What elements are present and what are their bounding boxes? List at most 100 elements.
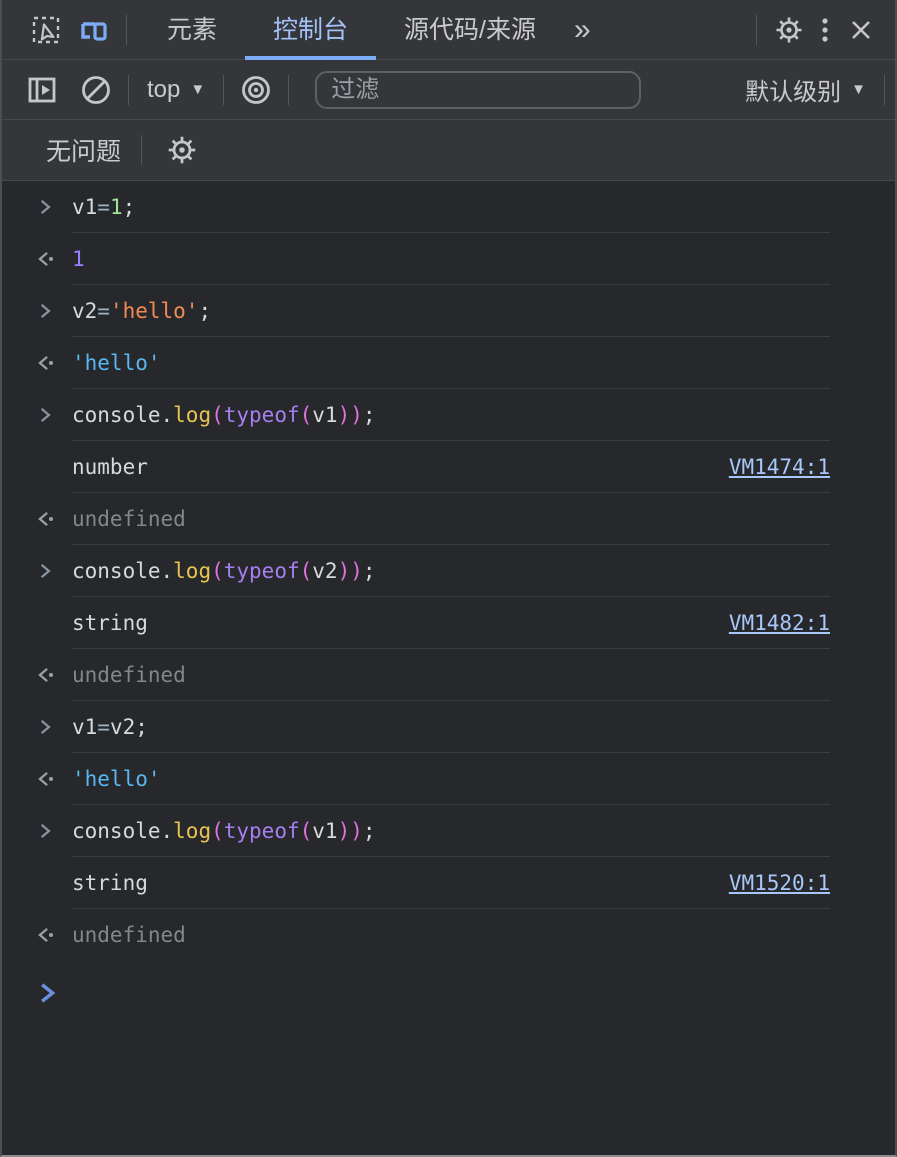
inspect-element-button[interactable] (26, 10, 66, 50)
code-token: v1 (72, 715, 97, 739)
code-token: v2 (312, 559, 337, 583)
code-token: number (72, 455, 148, 479)
console-command: console.log(typeof(v2)); (2, 545, 895, 597)
code-token: console. (72, 819, 173, 843)
code-token: typeof (224, 559, 300, 583)
console-toolbar: top ▼ 默认级别 ▼ (2, 60, 895, 120)
code-token: ) (338, 559, 351, 583)
code-token: 'hello' (110, 299, 199, 323)
prompt-chevron-icon (36, 982, 58, 1004)
divider (884, 75, 885, 105)
code-token: ) (350, 559, 363, 583)
divider (756, 15, 757, 45)
code-token: ; (363, 559, 376, 583)
code-token: ; (363, 819, 376, 843)
code-token: 1 (110, 195, 123, 219)
device-toolbar-icon (78, 14, 110, 46)
divider (288, 75, 289, 105)
return-value-icon (36, 250, 56, 268)
tab-sources[interactable]: 源代码/来源 (376, 0, 564, 60)
chevron-right-icon (36, 198, 54, 216)
divider (126, 15, 127, 45)
chevron-right-icon (36, 822, 54, 840)
code-token: v1 (312, 403, 337, 427)
log-level-selector[interactable]: 默认级别 ▼ (739, 72, 872, 107)
source-location-link[interactable]: VM1520:1 (729, 871, 830, 895)
close-icon (848, 17, 874, 43)
toggle-device-toolbar-button[interactable] (74, 10, 114, 50)
issues-counter[interactable]: 无问题 (46, 132, 121, 168)
console-prompt[interactable] (2, 967, 895, 1019)
console-command: v1 = v2; (2, 701, 895, 753)
console-messages[interactable]: v1 = 1;1v2 = 'hello';'hello'console.log(… (2, 181, 895, 1094)
console-settings-button[interactable] (162, 130, 202, 170)
eye-icon (238, 72, 274, 108)
code-token: log (173, 403, 211, 427)
code-token: ) (338, 819, 351, 843)
customize-devtools-button[interactable] (809, 10, 841, 50)
close-devtools-button[interactable] (841, 10, 881, 50)
code-token: ( (211, 819, 224, 843)
console-result: undefined (2, 649, 895, 701)
settings-button[interactable] (769, 10, 809, 50)
return-value-icon (36, 510, 56, 528)
code-token: v2 (72, 299, 97, 323)
return-value-icon (36, 770, 56, 788)
console-sidebar-icon (26, 74, 58, 106)
code-token: typeof (224, 819, 300, 843)
source-location-link[interactable]: VM1474:1 (729, 455, 830, 479)
code-token: ) (350, 819, 363, 843)
code-token: log (173, 559, 211, 583)
code-token: ( (300, 403, 313, 427)
console-log: number VM1474:1 (2, 441, 895, 493)
code-token: 'hello' (72, 351, 161, 375)
code-token: typeof (224, 403, 300, 427)
clear-console-icon (79, 73, 113, 107)
divider (128, 75, 129, 105)
show-console-sidebar-button[interactable] (22, 70, 62, 110)
more-tabs-button[interactable]: » (564, 15, 601, 45)
code-token: v1 (312, 819, 337, 843)
settings-gear-icon (773, 14, 805, 46)
console-result: 1 (2, 233, 895, 285)
code-token: = (97, 715, 110, 739)
console-log: string VM1482:1 (2, 597, 895, 649)
code-token: undefined (72, 507, 186, 531)
code-token: undefined (72, 923, 186, 947)
code-token: ( (300, 819, 313, 843)
code-token: ) (338, 403, 351, 427)
kebab-menu-icon (820, 14, 830, 46)
code-token: console. (72, 403, 173, 427)
console-result: undefined (2, 909, 895, 961)
clear-console-button[interactable] (76, 70, 116, 110)
divider (223, 75, 224, 105)
return-value-icon (36, 926, 56, 944)
return-value-icon (36, 354, 56, 372)
devtools-tab-bar: 元素 控制台 源代码/来源 » (2, 0, 895, 60)
code-token: 1 (72, 247, 85, 271)
chevron-down-icon: ▼ (851, 81, 866, 98)
console-command: v2 = 'hello'; (2, 285, 895, 337)
code-token: = (97, 195, 110, 219)
chevron-right-icon (36, 302, 54, 320)
console-log: stringVM1520:1 (2, 857, 895, 909)
code-token: v1 (72, 195, 97, 219)
chevron-right-icon (36, 406, 54, 424)
log-level-label: 默认级别 (745, 72, 841, 107)
console-result: 'hello' (2, 753, 895, 805)
javascript-context-selector[interactable]: top ▼ (141, 76, 211, 104)
code-token: ; (123, 195, 136, 219)
divider (141, 135, 142, 165)
code-token: 'hello' (72, 767, 161, 791)
filter-input[interactable] (315, 71, 641, 109)
chevron-right-icon (36, 562, 54, 580)
code-token: string (72, 611, 148, 635)
chevron-right-icon (36, 718, 54, 736)
tab-console[interactable]: 控制台 (245, 0, 376, 60)
create-live-expression-button[interactable] (236, 70, 276, 110)
tab-elements[interactable]: 元素 (139, 0, 245, 60)
code-token: v2 (110, 715, 135, 739)
code-token: ( (300, 559, 313, 583)
source-location-link[interactable]: VM1482:1 (729, 611, 830, 635)
code-token: ) (350, 403, 363, 427)
